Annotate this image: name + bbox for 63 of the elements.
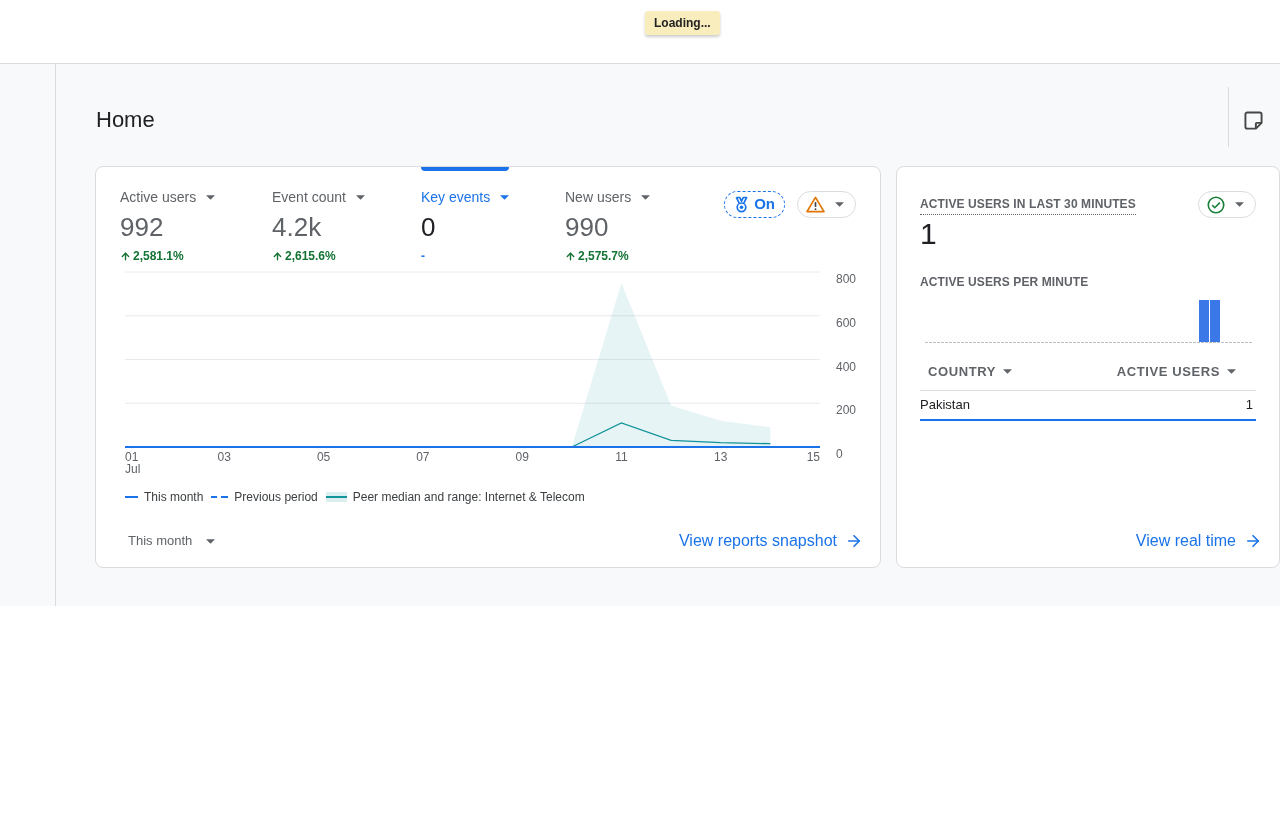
- column-header[interactable]: ACTIVE USERS: [1116, 361, 1256, 382]
- realtime-title: ACTIVE USERS IN LAST 30 MINUTES: [920, 194, 1136, 215]
- metric-picker[interactable]: New users: [565, 187, 651, 207]
- caret-icon: [1235, 202, 1244, 207]
- table-cell-text: Pakistan: [920, 396, 970, 415]
- metric-change: 2,615.6%: [285, 248, 336, 265]
- axis-tick-label: 800: [836, 272, 857, 287]
- chart-subtitle: ACTIVE USERS PER MINUTE: [920, 274, 1089, 290]
- caret-icon: [206, 538, 216, 544]
- metric-picker[interactable]: Event count: [272, 187, 365, 207]
- metric-tab[interactable]: Active users 992 2,581.1%: [120, 167, 216, 264]
- status-dropdown-button[interactable]: [1198, 191, 1256, 218]
- legend-label: Peer median and range: Internet & Telecom: [352, 489, 585, 506]
- status-dropdown-button[interactable]: [797, 191, 856, 218]
- metric-value: 990: [565, 212, 609, 242]
- view-real-time-link[interactable]: View real time: [1135, 529, 1262, 553]
- axis-tick-label: 07: [416, 450, 430, 465]
- metric-value: 0: [421, 212, 436, 242]
- caret-icon: [500, 194, 510, 200]
- arrow-right-icon: [1244, 532, 1262, 550]
- axis-tick-label: 13: [714, 450, 728, 465]
- caret-icon: [835, 202, 844, 207]
- caret-icon: [355, 194, 365, 200]
- metric-change: -: [421, 248, 425, 265]
- axis-month-label: Jul: [125, 462, 141, 477]
- metric-value: 4.2k: [272, 212, 322, 242]
- table-cell-text: 1: [1245, 396, 1254, 415]
- metric-picker[interactable]: Key events: [421, 187, 510, 207]
- axis-tick-label: 09: [515, 450, 529, 465]
- axis-tick-label: 200: [836, 403, 857, 418]
- realtime-value: 1: [920, 218, 937, 250]
- caret-icon: [1227, 369, 1236, 374]
- caret-icon: [641, 194, 651, 200]
- metric-change: 2,581.1%: [133, 248, 184, 265]
- legend-band-icon: [325, 492, 347, 502]
- medal-icon: [734, 196, 750, 213]
- legend-dashed-line-icon: [211, 496, 229, 498]
- metric-tab[interactable]: Event count 4.2k 2,615.6%: [272, 167, 365, 264]
- legend-label: Previous period: [234, 489, 318, 506]
- legend-label: This month: [144, 489, 204, 506]
- legend-line-icon: [125, 496, 138, 498]
- date-range-dropdown[interactable]: This month: [120, 527, 224, 555]
- axis-tick-label: 400: [836, 359, 857, 374]
- caret-icon: [206, 194, 216, 200]
- arrow-right-icon: [845, 532, 863, 550]
- metric-change: 2,575.7%: [578, 248, 629, 265]
- metric-tab[interactable]: Key events 0 -: [421, 167, 510, 264]
- axis-tick-label: 05: [316, 450, 331, 465]
- note-icon[interactable]: [1244, 110, 1263, 130]
- axis-tick-label: 15: [806, 450, 820, 465]
- metric-value: 992: [120, 212, 164, 242]
- column-header[interactable]: COUNTRY: [920, 361, 1012, 382]
- axis-tick-label: 600: [836, 315, 857, 330]
- axis-tick-label: 0: [836, 447, 843, 462]
- metric-tab[interactable]: New users 990 2,575.7%: [565, 167, 651, 264]
- loading-indicator: Loading...: [645, 11, 720, 35]
- page-title: Home: [95, 106, 155, 134]
- axis-tick-label: 03: [217, 450, 231, 465]
- view-reports-link[interactable]: View reports snapshot: [679, 529, 863, 553]
- metric-picker[interactable]: Active users: [120, 187, 216, 207]
- caret-icon: [1003, 369, 1012, 374]
- axis-tick-label: 11: [615, 450, 628, 465]
- axis-tick-label: 01: [125, 450, 139, 465]
